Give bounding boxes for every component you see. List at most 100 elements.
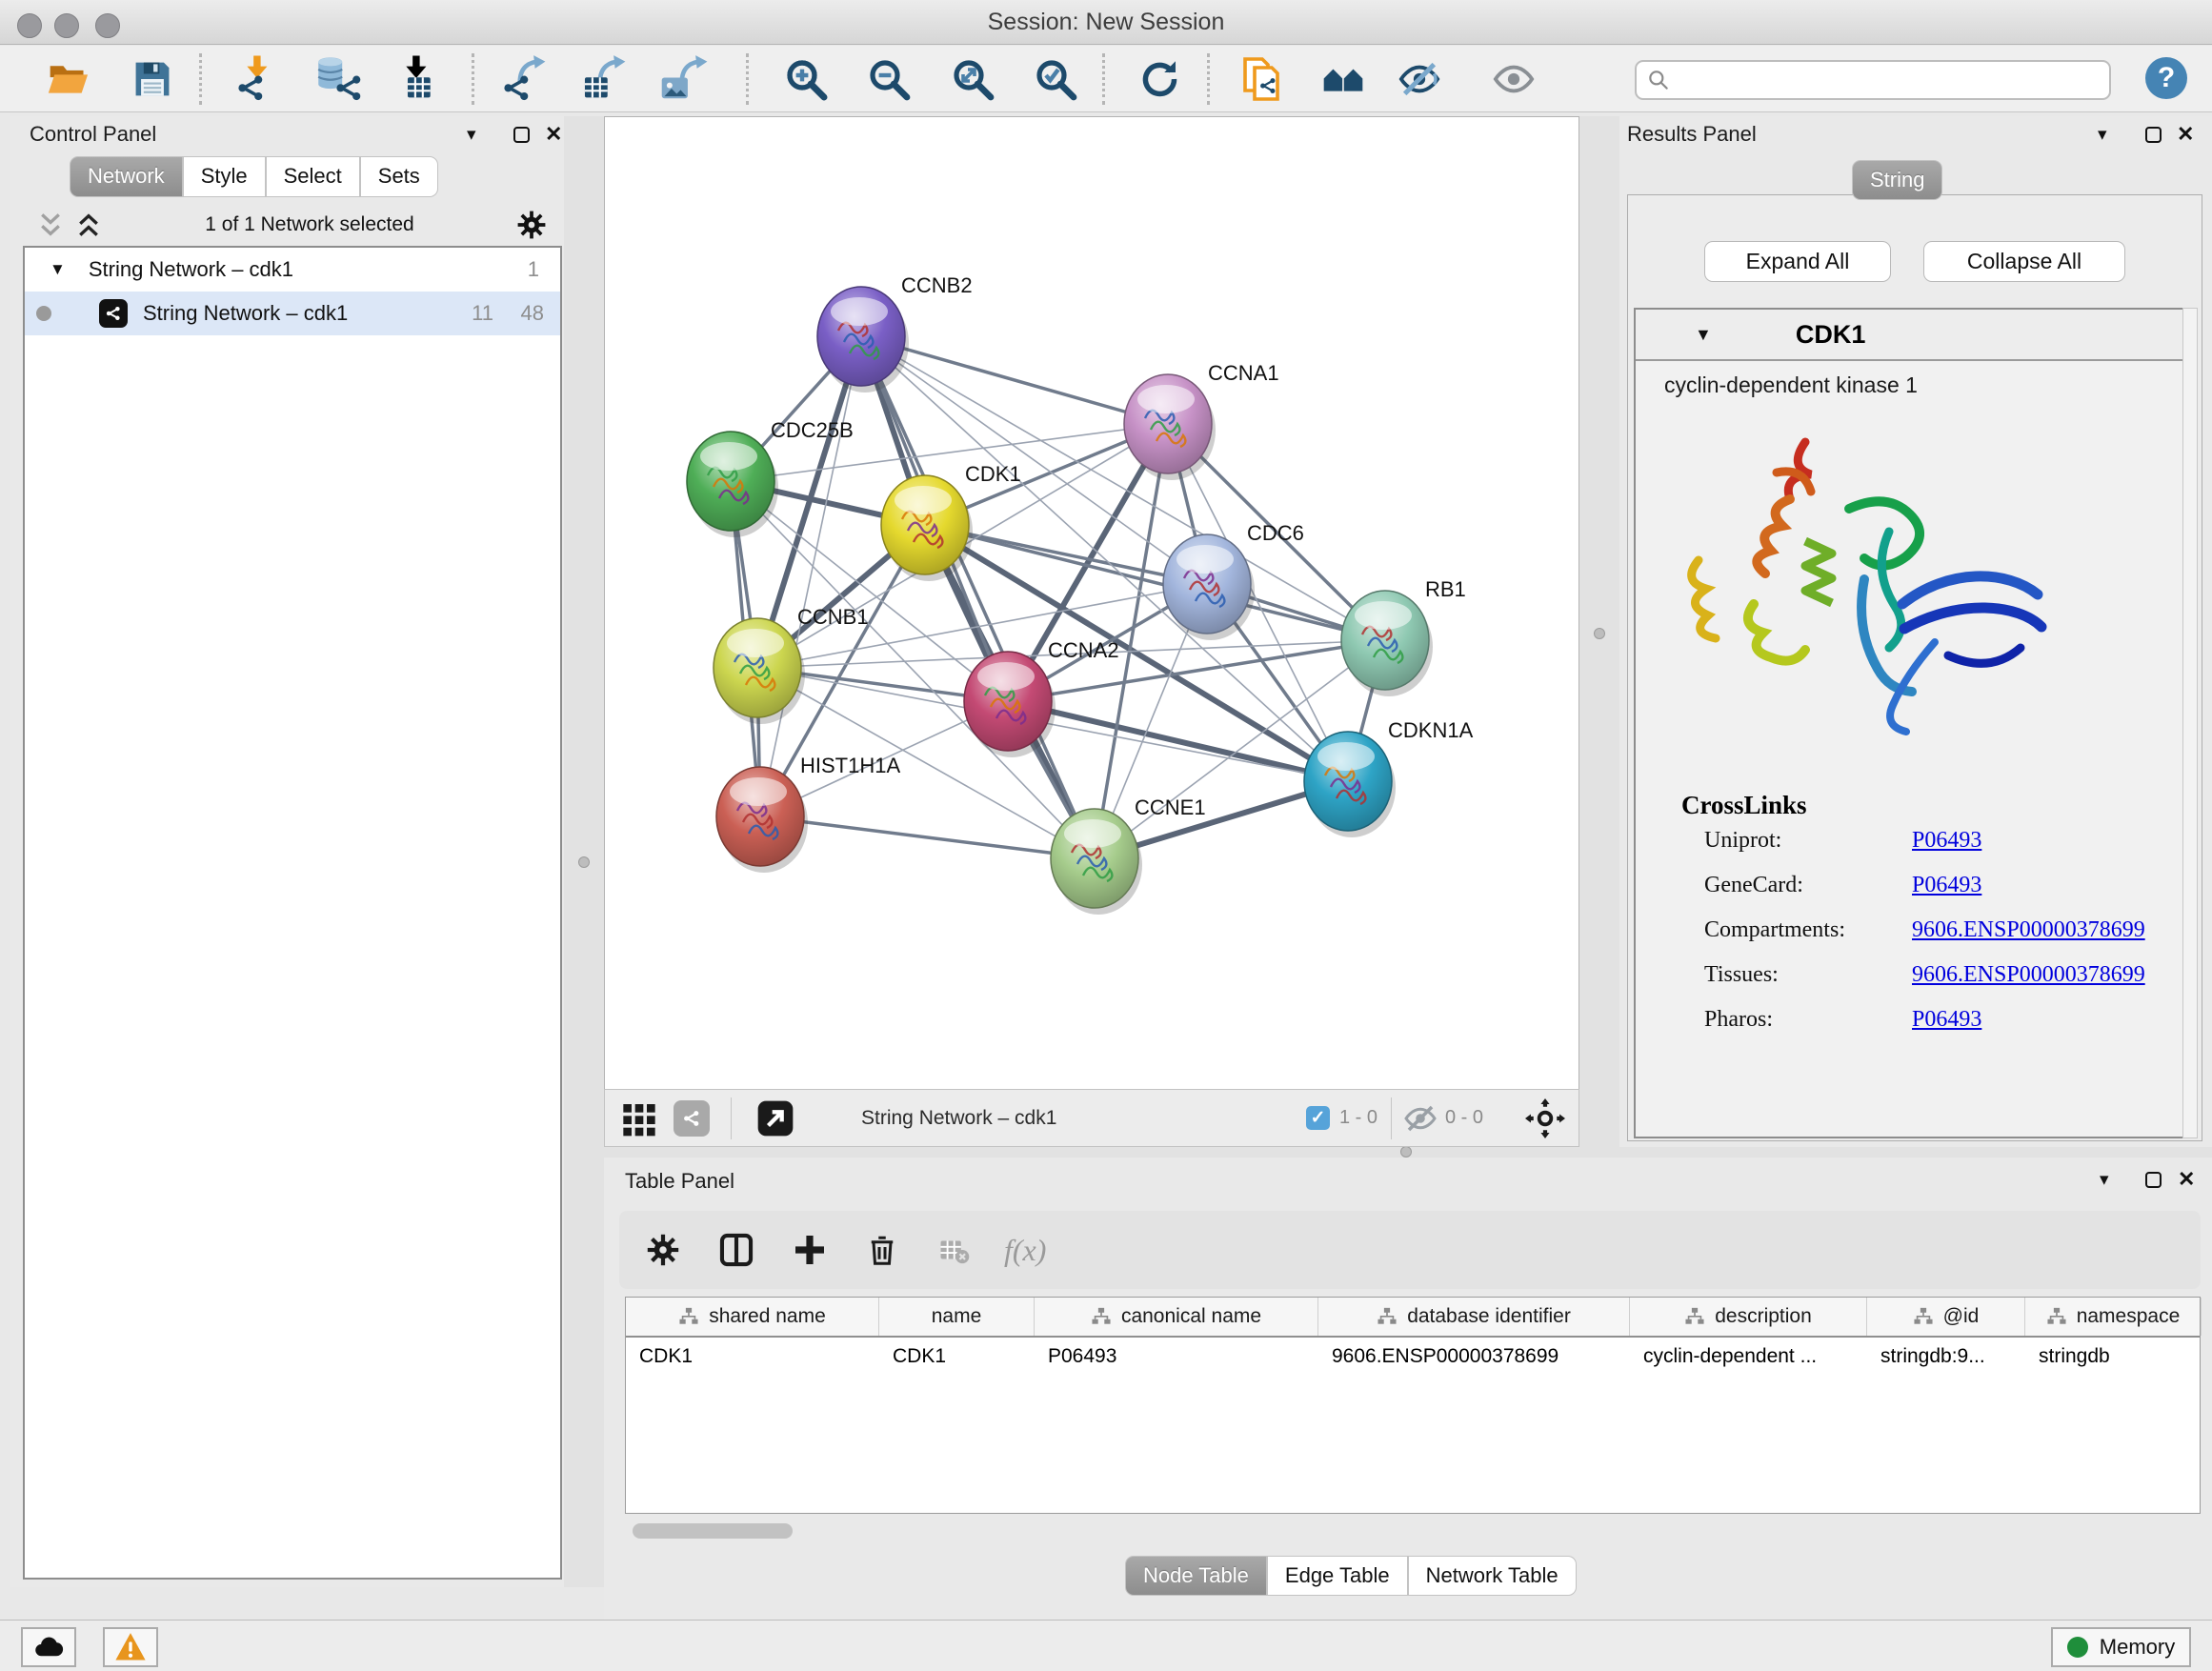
new-network-from-selection-button[interactable]	[1236, 56, 1289, 102]
table-cell[interactable]: cyclin-dependent ...	[1630, 1338, 1867, 1379]
tab-sets[interactable]: Sets	[360, 156, 438, 197]
crosslink-link[interactable]: P06493	[1912, 873, 1981, 897]
add-column-icon[interactable]	[793, 1233, 827, 1267]
column-header-description[interactable]: description	[1630, 1298, 1867, 1336]
collapse-card-icon[interactable]: ▼	[1695, 325, 1712, 345]
network-node-CDK1[interactable]	[881, 475, 973, 581]
expand-all-networks-icon[interactable]	[36, 211, 65, 239]
bottom-splitter-handle[interactable]	[1400, 1146, 1412, 1158]
crosslink-link[interactable]: P06493	[1912, 1007, 1981, 1032]
table-cell[interactable]: CDK1	[626, 1338, 879, 1379]
table-options-gear-icon[interactable]	[646, 1233, 680, 1267]
show-all-button[interactable]	[1487, 56, 1540, 102]
maximize-panel-icon[interactable]	[2145, 1172, 2162, 1188]
warnings-button[interactable]	[103, 1627, 158, 1667]
tab-node-table[interactable]: Node Table	[1125, 1556, 1267, 1596]
search-input[interactable]	[1671, 70, 2081, 91]
refresh-styles-button[interactable]	[1132, 56, 1185, 102]
view-network-icon[interactable]	[674, 1100, 710, 1137]
protein-card-header[interactable]: ▼ CDK1	[1636, 310, 2182, 361]
close-panel-icon[interactable]: ✕	[2177, 122, 2194, 147]
import-network-file-button[interactable]	[230, 56, 283, 102]
results-scrollbar[interactable]	[2182, 308, 2198, 1138]
collapse-all-networks-icon[interactable]	[74, 211, 103, 239]
float-panel-icon[interactable]: ▾	[2100, 1169, 2109, 1191]
selected-nodes-checkbox[interactable]: ✓	[1306, 1106, 1330, 1130]
network-node-CCNB2[interactable]	[817, 287, 909, 393]
tab-select[interactable]: Select	[266, 156, 360, 197]
left-splitter[interactable]	[564, 116, 604, 1587]
show-columns-icon[interactable]	[718, 1232, 754, 1268]
network-edge[interactable]	[760, 336, 861, 816]
maximize-panel-icon[interactable]	[513, 127, 530, 143]
table-cell[interactable]: stringdb:9...	[1867, 1338, 2025, 1379]
float-panel-icon[interactable]: ▾	[467, 124, 476, 146]
export-image-button[interactable]	[657, 56, 711, 102]
table-cell[interactable]: P06493	[1035, 1338, 1318, 1379]
network-options-gear-icon[interactable]	[516, 210, 547, 240]
open-session-button[interactable]	[41, 56, 94, 102]
network-node-CCNA2[interactable]	[964, 652, 1056, 757]
network-node-HIST1H1A[interactable]	[716, 767, 808, 873]
table-cell[interactable]: stringdb	[2025, 1338, 2202, 1379]
collapse-all-button[interactable]: Collapse All	[1923, 241, 2125, 282]
network-node-RB1[interactable]	[1341, 591, 1433, 696]
collection-expander-icon[interactable]: ▼	[50, 260, 66, 279]
table-cell[interactable]: CDK1	[879, 1338, 1035, 1379]
birds-eye-view-icon[interactable]	[1525, 1098, 1565, 1138]
table-cell[interactable]: 9606.ENSP00000378699	[1318, 1338, 1630, 1379]
maximize-panel-icon[interactable]	[2145, 127, 2162, 143]
tab-style[interactable]: Style	[183, 156, 266, 197]
tab-edge-table[interactable]: Edge Table	[1267, 1556, 1408, 1596]
column-header--id[interactable]: @id	[1867, 1298, 2025, 1336]
first-neighbors-button[interactable]	[1317, 56, 1370, 102]
column-header-canonical-name[interactable]: canonical name	[1035, 1298, 1318, 1336]
close-panel-icon[interactable]: ✕	[2178, 1167, 2195, 1192]
tab-network-table[interactable]: Network Table	[1408, 1556, 1577, 1596]
network-edge[interactable]	[861, 336, 1095, 858]
help-button[interactable]: ?	[2145, 57, 2187, 99]
expand-all-button[interactable]: Expand All	[1704, 241, 1891, 282]
right-splitter-handle[interactable]	[1594, 628, 1605, 639]
network-node-CCNB1[interactable]	[714, 618, 805, 724]
cloud-status-button[interactable]	[21, 1627, 76, 1667]
crosslink-link[interactable]: 9606.ENSP00000378699	[1912, 962, 2145, 987]
memory-button[interactable]: Memory	[2051, 1627, 2191, 1667]
zoom-fit-button[interactable]	[946, 56, 999, 102]
network-node-CDC25B[interactable]	[687, 432, 778, 537]
column-header-shared-name[interactable]: shared name	[626, 1298, 879, 1336]
search-box[interactable]	[1635, 60, 2111, 100]
detach-view-icon[interactable]	[756, 1099, 794, 1137]
zoom-selected-button[interactable]	[1029, 56, 1082, 102]
tab-network[interactable]: Network	[70, 156, 183, 197]
network-node-CCNE1[interactable]	[1051, 809, 1142, 915]
crosslink-link[interactable]: 9606.ENSP00000378699	[1912, 917, 2145, 942]
network-row[interactable]: String Network – cdk1 11 48	[25, 292, 560, 335]
view-grid-icon[interactable]	[620, 1099, 658, 1137]
hidden-items-icon[interactable]	[1403, 1101, 1438, 1136]
import-table-file-button[interactable]	[391, 56, 444, 102]
network-node-CCNA1[interactable]	[1124, 374, 1216, 480]
save-session-button[interactable]	[126, 56, 179, 102]
export-table-button[interactable]	[577, 56, 631, 102]
table-row[interactable]: CDK1CDK1P064939606.ENSP00000378699cyclin…	[626, 1338, 2200, 1379]
network-collection-row[interactable]: ▼ String Network – cdk1 1	[25, 248, 560, 292]
column-header-name[interactable]: name	[879, 1298, 1035, 1336]
export-network-button[interactable]	[497, 56, 551, 102]
zoom-out-button[interactable]	[862, 56, 915, 102]
close-panel-icon[interactable]: ✕	[545, 122, 562, 147]
import-network-database-button[interactable]	[312, 56, 366, 102]
network-edge[interactable]	[925, 525, 1385, 640]
zoom-in-button[interactable]	[779, 56, 833, 102]
network-canvas[interactable]: CCNB2CCNA1CDC25BCDK1CDC6RB1CCNB1CCNA2CDK…	[604, 116, 1579, 1089]
column-header-database-identifier[interactable]: database identifier	[1318, 1298, 1630, 1336]
delete-column-icon[interactable]	[865, 1233, 899, 1267]
network-edge[interactable]	[1008, 701, 1348, 781]
float-panel-icon[interactable]: ▾	[2098, 124, 2107, 146]
left-splitter-handle[interactable]	[578, 856, 590, 868]
network-node-CDKN1A[interactable]	[1304, 732, 1396, 837]
column-header-namespace[interactable]: namespace	[2025, 1298, 2202, 1336]
bottom-splitter[interactable]	[604, 1147, 2212, 1158]
hide-selected-button[interactable]	[1393, 56, 1446, 102]
network-edge[interactable]	[760, 816, 1095, 858]
